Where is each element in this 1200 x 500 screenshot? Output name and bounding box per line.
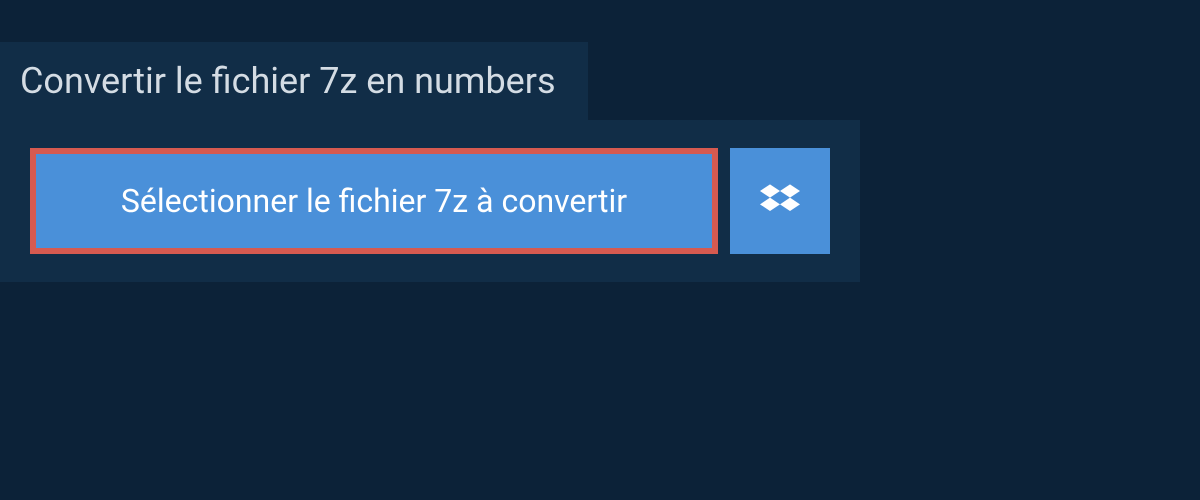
upload-panel: Sélectionner le fichier 7z à convertir: [0, 120, 860, 282]
page-title: Convertir le fichier 7z en numbers: [20, 60, 556, 102]
dropbox-button[interactable]: [730, 148, 830, 254]
select-file-label: Sélectionner le fichier 7z à convertir: [121, 182, 627, 220]
select-file-button[interactable]: Sélectionner le fichier 7z à convertir: [30, 148, 718, 254]
dropbox-icon: [760, 181, 800, 221]
tab-header: Convertir le fichier 7z en numbers: [0, 42, 588, 120]
